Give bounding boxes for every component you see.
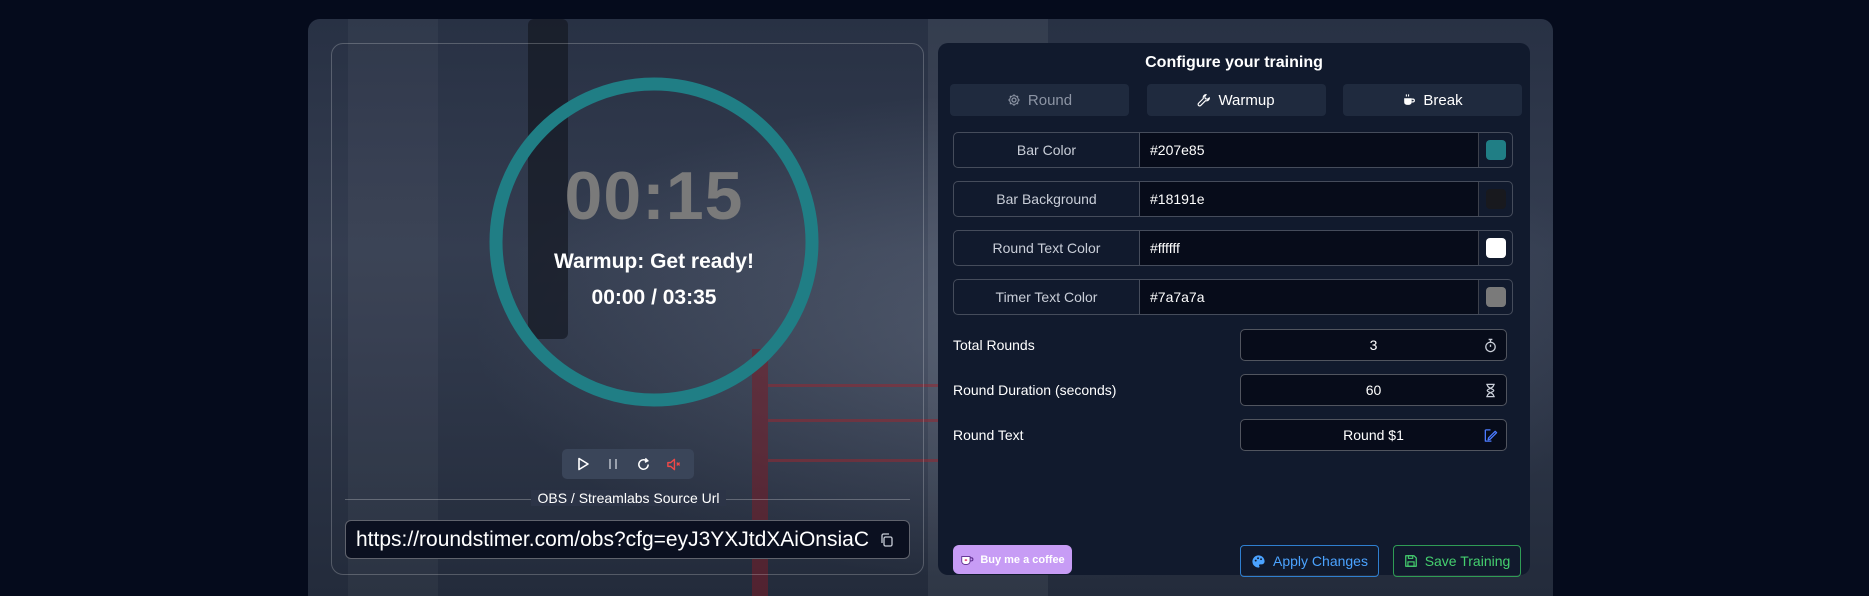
playback-controls bbox=[562, 449, 694, 479]
reset-button[interactable] bbox=[631, 452, 655, 476]
pause-icon bbox=[609, 459, 617, 469]
wrench-icon bbox=[1198, 94, 1211, 107]
timer-preview-panel: 00:15 Warmup: Get ready! 00:00 / 03:35 O… bbox=[331, 43, 924, 575]
apply-changes-button[interactable]: Apply Changes bbox=[1240, 545, 1379, 577]
apply-changes-label: Apply Changes bbox=[1273, 553, 1368, 569]
app-window: 00:15 Warmup: Get ready! 00:00 / 03:35 O… bbox=[308, 19, 1553, 596]
round-duration-input[interactable]: 60 bbox=[1240, 374, 1507, 406]
source-url-field[interactable]: https://roundstimer.com/obs?cfg=eyJ3YXJt… bbox=[345, 520, 910, 559]
timer-text-color-input[interactable]: #7a7a7a bbox=[1140, 280, 1479, 314]
total-rounds-label: Total Rounds bbox=[953, 337, 1035, 353]
timer-progress-text: 00:00 / 03:35 bbox=[591, 286, 717, 309]
palette-icon bbox=[1252, 554, 1265, 568]
edit-icon bbox=[1484, 429, 1498, 442]
coffee-cup-icon bbox=[1404, 94, 1416, 105]
config-tabs: Round Warmup Break bbox=[950, 84, 1522, 116]
bar-background-row: Bar Background #18191e bbox=[953, 181, 1513, 217]
stopwatch-icon bbox=[1485, 338, 1496, 353]
bar-background-label: Bar Background bbox=[954, 182, 1140, 216]
tab-warmup-label: Warmup bbox=[1218, 91, 1275, 109]
round-text-color-swatch[interactable] bbox=[1485, 238, 1506, 258]
tab-round-label: Round bbox=[1027, 91, 1073, 109]
round-text-input[interactable]: Round $1 bbox=[1240, 419, 1507, 451]
round-duration-label: Round Duration (seconds) bbox=[953, 382, 1117, 398]
tab-round[interactable]: Round bbox=[950, 84, 1129, 116]
round-text-color-row: Round Text Color #ffffff bbox=[953, 230, 1513, 266]
bar-color-swatch[interactable] bbox=[1485, 140, 1506, 160]
source-url-text[interactable]: https://roundstimer.com/obs?cfg=eyJ3YXJt… bbox=[356, 528, 871, 552]
tab-break[interactable]: Break bbox=[1343, 84, 1522, 116]
bar-color-label: Bar Color bbox=[954, 133, 1140, 167]
round-duration-row: Round Duration (seconds) 60 bbox=[953, 374, 1507, 406]
total-rounds-row: Total Rounds 3 bbox=[953, 329, 1507, 361]
total-rounds-input[interactable]: 3 bbox=[1240, 329, 1507, 361]
source-url-title: OBS / Streamlabs Source Url bbox=[531, 490, 726, 506]
play-icon bbox=[578, 457, 589, 471]
bar-color-row: Bar Color #207e85 bbox=[953, 132, 1513, 168]
round-text-value: Round $1 bbox=[1343, 427, 1404, 443]
tab-break-label: Break bbox=[1423, 91, 1463, 109]
buy-me-a-coffee-button[interactable]: Buy me a coffee bbox=[953, 545, 1072, 574]
gear-icon bbox=[1008, 94, 1020, 106]
timer-text-color-row: Timer Text Color #7a7a7a bbox=[953, 279, 1513, 315]
hourglass-icon bbox=[1486, 383, 1495, 398]
play-button[interactable] bbox=[571, 452, 595, 476]
bar-background-input[interactable]: #18191e bbox=[1140, 182, 1479, 216]
pause-button[interactable] bbox=[601, 452, 625, 476]
round-text-color-label: Round Text Color bbox=[954, 231, 1140, 265]
total-rounds-value: 3 bbox=[1369, 337, 1378, 353]
round-duration-value: 60 bbox=[1365, 382, 1382, 398]
bar-color-input[interactable]: #207e85 bbox=[1140, 133, 1479, 167]
save-training-button[interactable]: Save Training bbox=[1393, 545, 1521, 577]
mute-button[interactable] bbox=[661, 452, 685, 476]
round-text-color-input[interactable]: #ffffff bbox=[1140, 231, 1479, 265]
save-training-label: Save Training bbox=[1424, 553, 1511, 569]
bar-background-swatch[interactable] bbox=[1485, 189, 1506, 209]
ring-svg bbox=[489, 77, 819, 407]
coffee-label: Buy me a coffee bbox=[980, 553, 1065, 566]
tab-warmup[interactable]: Warmup bbox=[1146, 84, 1326, 116]
config-panel: Configure your training Round Warmup Bre… bbox=[938, 43, 1530, 577]
copy-icon[interactable] bbox=[879, 532, 895, 548]
coffee-icon bbox=[961, 555, 974, 565]
timer-status-label: Warmup: Get ready! bbox=[554, 250, 754, 273]
config-title: Configure your training bbox=[1145, 54, 1323, 71]
mute-icon bbox=[666, 458, 680, 470]
ring-progress-arc bbox=[489, 77, 819, 407]
save-icon bbox=[1404, 555, 1417, 567]
timer-display: 00:15 bbox=[564, 158, 744, 234]
timer-text-color-label: Timer Text Color bbox=[954, 280, 1140, 314]
round-text-label: Round Text bbox=[953, 427, 1024, 443]
timer-text-color-swatch[interactable] bbox=[1485, 287, 1506, 307]
timer-ring: 00:15 Warmup: Get ready! 00:00 / 03:35 bbox=[486, 74, 822, 410]
round-text-row: Round Text Round $1 bbox=[953, 419, 1507, 451]
reset-icon bbox=[637, 457, 649, 470]
